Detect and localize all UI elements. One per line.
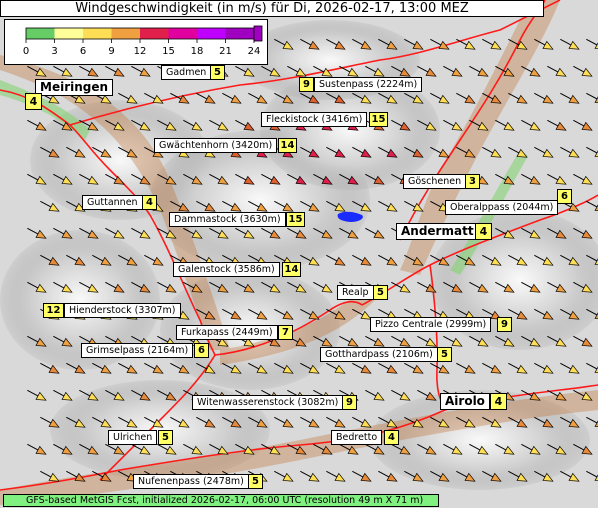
legend-tick-label: 0 — [22, 46, 30, 57]
label-goeschenen: Göschenen — [403, 174, 467, 189]
value-gwaechtenhorn: 14 — [278, 138, 297, 153]
legend-swatch — [225, 28, 255, 39]
legend-tick-label: 21 — [219, 46, 232, 57]
legend-max-swatch — [253, 25, 263, 42]
label-sustenpass: Sustenpass (2224m) — [314, 77, 423, 92]
value-pizzo-centrale: 9 — [497, 317, 512, 332]
footer-info: GFS-based MetGIS Fcst, initialized 2026-… — [3, 494, 439, 507]
value-airolo: 4 — [490, 393, 507, 410]
value-goeschenen: 3 — [465, 174, 480, 189]
value-andermatt: 4 — [475, 223, 492, 240]
legend-swatch — [197, 28, 226, 39]
label-bedretto: Bedretto — [331, 430, 383, 445]
legend: 0 3 6 9 12 15 18 21 24 — [4, 19, 268, 65]
label-guttannen: Guttannen — [82, 195, 143, 210]
legend-swatch — [140, 28, 169, 39]
legend-tick-label: 9 — [108, 46, 115, 57]
legend-tick-label: 3 — [51, 46, 58, 57]
value-oberalppass: 6 — [557, 189, 572, 204]
legend-swatch — [83, 28, 112, 39]
value-meiringen: 4 — [25, 93, 42, 110]
value-nufenenpass: 5 — [248, 474, 263, 489]
value-furkapass: 7 — [278, 325, 293, 340]
label-gotthardpass: Gotthardpass (2106m) — [320, 347, 438, 362]
legend-swatch — [26, 28, 55, 39]
map-title: Windgeschwindigkeit (in m/s) für Di, 202… — [0, 0, 544, 17]
legend-tick-label: 6 — [79, 46, 87, 57]
value-grimselpass: 6 — [194, 343, 209, 358]
value-gadmen: 5 — [210, 65, 225, 80]
value-guttannen: 4 — [142, 195, 157, 210]
label-furkapass: Furkapass (2449m) — [176, 325, 278, 340]
value-galenstock: 14 — [282, 262, 301, 277]
value-gotthardpass: 5 — [437, 347, 452, 362]
legend-tick-label: 15 — [162, 46, 175, 57]
value-fleckistock: 15 — [369, 112, 388, 127]
label-grimselpass: Grimselpass (2164m) — [81, 343, 194, 358]
value-witenwasserenstock: 9 — [342, 395, 357, 410]
label-gadmen: Gadmen — [161, 65, 212, 80]
legend-tick-label: 24 — [247, 46, 261, 57]
label-dammastock: Dammastock (3630m) — [169, 212, 286, 227]
label-oberalppass: Oberalppass (2044m) — [445, 200, 559, 215]
label-meiringen: Meiringen — [35, 79, 114, 96]
label-ulrichen: Ulrichen — [108, 430, 158, 445]
value-bedretto: 4 — [384, 430, 399, 445]
label-realp: Realp — [337, 285, 374, 300]
legend-tick-label: 12 — [133, 46, 147, 57]
legend-color-bar — [25, 25, 263, 43]
value-hienderstock: 12 — [43, 303, 64, 318]
legend-swatch — [111, 28, 141, 39]
value-ulrichen: 5 — [158, 430, 173, 445]
value-dammastock: 15 — [286, 212, 305, 227]
label-pizzo-centrale: Pizzo Centrale (2999m) — [370, 317, 492, 332]
label-fleckistock: Fleckistock (3416m) — [261, 112, 368, 127]
value-realp: 5 — [373, 285, 388, 300]
value-sustenpass: 9 — [299, 77, 314, 92]
legend-swatch — [54, 28, 84, 39]
legend-tick-label: 18 — [190, 46, 204, 57]
label-hienderstock: Hienderstock (3307m) — [64, 303, 181, 318]
label-galenstock: Galenstock (3586m) — [173, 262, 280, 277]
label-nufenenpass: Nufenenpass (2478m) — [133, 474, 249, 489]
label-witenwasserenstock: Witenwasserenstock (3082m) — [192, 395, 344, 410]
label-gwaechtenhorn: Gwächtenhorn (3420m) — [154, 138, 278, 153]
legend-swatch — [168, 28, 198, 39]
label-airolo: Airolo — [440, 393, 490, 410]
label-andermatt: Andermatt — [396, 223, 479, 240]
